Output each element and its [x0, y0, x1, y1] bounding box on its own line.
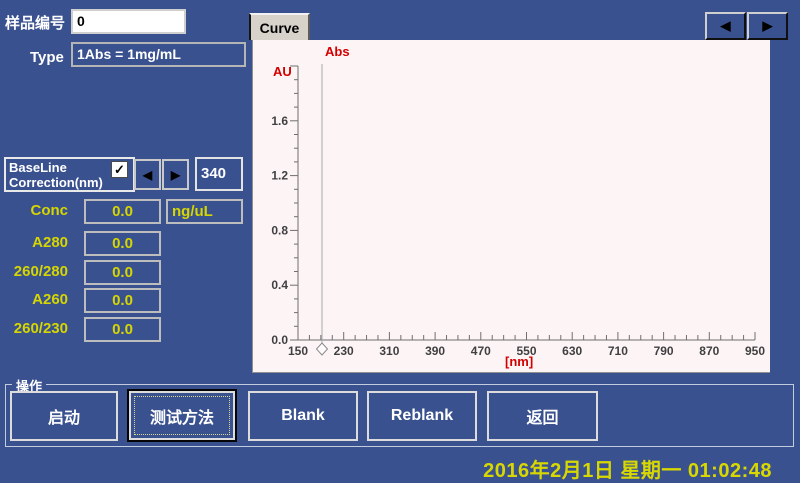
arrow-right-icon: ▶ [763, 18, 773, 34]
type-label: Type [30, 49, 64, 66]
tab-curve[interactable]: Curve [249, 13, 310, 40]
ratio-260-230-value: 0.0 [84, 317, 161, 342]
a280-label: A280 [0, 234, 68, 251]
svg-text:0.4: 0.4 [271, 278, 288, 292]
arrow-left-icon: ◀ [721, 18, 731, 34]
svg-text:630: 630 [562, 344, 582, 358]
type-field[interactable]: 1Abs = 1mg/mL [71, 42, 246, 67]
svg-text:150: 150 [288, 344, 308, 358]
wavelength-cursor-handle[interactable] [316, 343, 327, 355]
arrow-left-icon: ◀ [143, 168, 152, 182]
svg-text:230: 230 [334, 344, 354, 358]
svg-text:390: 390 [425, 344, 445, 358]
svg-text:0.8: 0.8 [271, 223, 288, 237]
ratio-260-230-label: 260/230 [0, 320, 68, 337]
conc-unit: ng/uL [166, 199, 243, 224]
baseline-wavelength-field[interactable]: 340 [195, 157, 243, 191]
conc-label: Conc [0, 202, 68, 219]
ratio-260-280-value: 0.0 [84, 260, 161, 285]
svg-text:550: 550 [516, 344, 536, 358]
plot-prev-button[interactable]: ◀ [705, 12, 746, 40]
datetime-display: 2016年2月1日 星期一 01:02:48 [483, 454, 772, 483]
conc-value: 0.0 [84, 199, 161, 224]
svg-text:710: 710 [608, 344, 628, 358]
svg-text:0.0: 0.0 [271, 333, 288, 347]
svg-text:1.2: 1.2 [271, 169, 288, 183]
blank-button[interactable]: Blank [248, 391, 358, 441]
sample-number-label: 样品编号 [5, 12, 65, 33]
baseline-decrement-button[interactable]: ◀ [134, 159, 161, 190]
arrow-right-icon: ▶ [171, 168, 180, 182]
ratio-260-280-label: 260/280 [0, 263, 68, 280]
plot-next-button[interactable]: ▶ [747, 12, 788, 40]
svg-text:790: 790 [654, 344, 674, 358]
svg-text:470: 470 [471, 344, 491, 358]
checkmark-icon: ✓ [114, 162, 125, 177]
svg-text:870: 870 [699, 344, 719, 358]
baseline-checkbox[interactable]: ✓ [111, 161, 128, 178]
svg-text:1.6: 1.6 [271, 114, 288, 128]
a280-value: 0.0 [84, 231, 161, 256]
reblank-button[interactable]: Reblank [367, 391, 477, 441]
svg-text:310: 310 [379, 344, 399, 358]
a260-value: 0.0 [84, 288, 161, 313]
baseline-increment-button[interactable]: ▶ [162, 159, 189, 190]
start-button[interactable]: 启动 [10, 391, 118, 441]
sample-number-input[interactable]: 0 [71, 9, 186, 34]
test-method-button[interactable]: 测试方法 [127, 389, 237, 442]
svg-text:950: 950 [745, 344, 765, 358]
spectrum-plot[interactable]: 0.0 0.4 0.8 1.2 1.6 150 230 310 390 470 550 630 710 7… [252, 40, 770, 373]
a260-label: A260 [0, 291, 68, 308]
return-button[interactable]: 返回 [487, 391, 598, 441]
